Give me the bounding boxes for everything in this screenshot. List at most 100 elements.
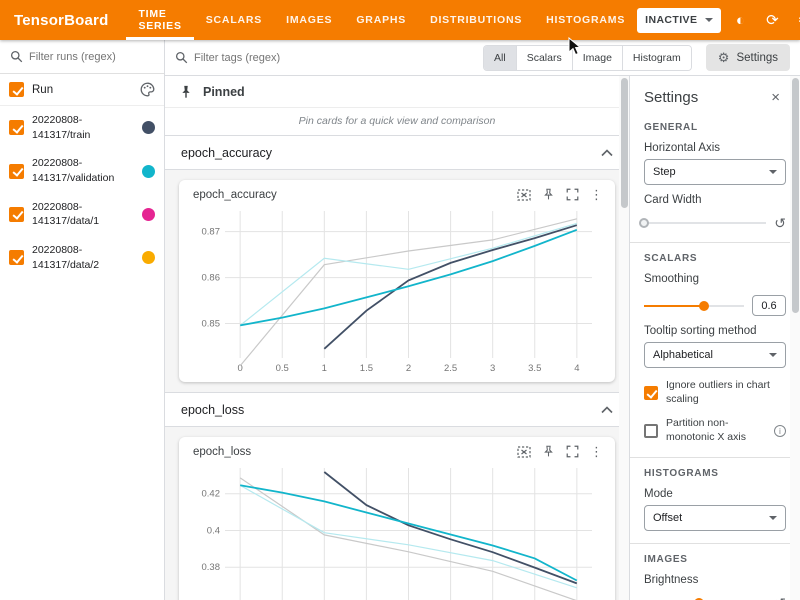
brightness-slider[interactable]	[644, 596, 766, 600]
svg-text:1.5: 1.5	[360, 363, 373, 374]
more-options-icon[interactable]: ⋮	[590, 188, 603, 201]
settings-scrollbar	[790, 76, 800, 600]
search-icon	[10, 50, 23, 63]
chevron-down-icon	[769, 353, 777, 357]
run-name: 20220808-141317/data/1	[32, 200, 134, 229]
slider-thumb[interactable]	[639, 218, 649, 228]
card-header: epoch_loss	[185, 443, 609, 458]
svg-text:3.5: 3.5	[528, 363, 541, 374]
pin-outline-icon[interactable]	[542, 188, 555, 201]
partition-x-axis-row[interactable]: Partition non-monotonic X axis i	[644, 417, 786, 444]
partition-x-axis-checkbox[interactable]	[644, 424, 658, 438]
run-row-validation[interactable]: 20220808-141317/validation	[0, 149, 164, 192]
run-checkbox[interactable]	[9, 207, 24, 222]
epoch-accuracy-chart[interactable]: 00.511.522.533.540.850.860.87	[185, 203, 606, 378]
info-icon[interactable]: i	[774, 425, 786, 437]
chevron-down-icon	[705, 18, 713, 22]
svg-text:2.5: 2.5	[444, 363, 457, 374]
fit-to-data-icon[interactable]	[517, 446, 531, 458]
run-color-dot	[142, 121, 155, 134]
tags-filter-input[interactable]	[194, 52, 473, 64]
filter-image-button[interactable]: Image	[572, 46, 622, 70]
svg-text:0.42: 0.42	[202, 489, 221, 500]
filter-scalars-button[interactable]: Scalars	[516, 46, 572, 70]
ignore-outliers-row[interactable]: Ignore outliers in chart scaling	[644, 379, 786, 406]
pinned-section-header: Pinned	[165, 76, 629, 108]
run-checkbox[interactable]	[9, 164, 24, 179]
pinned-hint-text: Pin cards for a quick view and compariso…	[165, 108, 629, 136]
theme-toggle-icon[interactable]: ◐	[727, 7, 753, 33]
more-options-icon[interactable]: ⋮	[590, 445, 603, 458]
chevron-up-icon[interactable]	[601, 406, 613, 414]
settings-panel-header: Settings ×	[644, 76, 786, 118]
tab-images[interactable]: IMAGES	[274, 0, 344, 40]
status-dropdown[interactable]: INACTIVE	[637, 8, 721, 33]
fullscreen-icon[interactable]	[566, 445, 579, 458]
run-row-data-2[interactable]: 20220808-141317/data/2	[0, 236, 164, 279]
scalar-card-epoch-accuracy: epoch_accuracy	[179, 180, 615, 382]
tab-histograms[interactable]: HISTOGRAMS	[534, 0, 637, 40]
fullscreen-icon[interactable]	[566, 188, 579, 201]
ignore-outliers-checkbox[interactable]	[644, 386, 658, 400]
run-row-train[interactable]: 20220808-141317/train	[0, 106, 164, 149]
right-area: All Scalars Image Histogram ⚙ Settings	[165, 40, 800, 600]
chevron-up-icon[interactable]	[601, 149, 613, 157]
tab-graphs[interactable]: GRAPHS	[344, 0, 418, 40]
tag-type-filter-group: All Scalars Image Histogram	[483, 45, 692, 71]
search-icon	[175, 51, 188, 64]
tab-time-series[interactable]: TIME SERIES	[126, 0, 193, 40]
svg-text:2: 2	[406, 363, 411, 374]
svg-text:0: 0	[238, 363, 243, 374]
smoothing-slider[interactable]	[644, 299, 744, 313]
tags-filter	[175, 51, 473, 64]
settings-scrollbar-thumb[interactable]	[792, 78, 799, 313]
reset-icon[interactable]: ↺	[774, 596, 786, 600]
section-title: epoch_accuracy	[181, 146, 272, 160]
tab-scalars[interactable]: SCALARS	[194, 0, 274, 40]
epoch-loss-chart[interactable]: 00.511.522.533.540.360.380.40.42	[185, 460, 606, 600]
slider-thumb[interactable]	[699, 301, 709, 311]
divider	[630, 543, 800, 544]
brightness-row: ↺	[644, 596, 786, 600]
tab-distributions[interactable]: DISTRIBUTIONS	[418, 0, 534, 40]
scalars-heading: SCALARS	[644, 253, 786, 264]
refresh-icon[interactable]: ⟳	[759, 7, 785, 33]
card-width-slider[interactable]	[644, 216, 766, 230]
runs-filter-input[interactable]	[29, 51, 154, 63]
filter-all-button[interactable]: All	[484, 46, 516, 70]
brightness-label: Brightness	[644, 574, 786, 586]
settings-button[interactable]: ⚙ Settings	[706, 44, 790, 71]
main-scrollbar-thumb[interactable]	[621, 78, 628, 208]
palette-icon[interactable]	[140, 82, 155, 97]
fit-to-data-icon[interactable]	[517, 189, 531, 201]
run-row-data-1[interactable]: 20220808-141317/data/1	[0, 193, 164, 236]
histogram-mode-dropdown[interactable]: Offset	[644, 505, 786, 531]
divider	[630, 242, 800, 243]
section-header-epoch-accuracy[interactable]: epoch_accuracy	[165, 136, 629, 170]
divider	[630, 457, 800, 458]
run-checkbox[interactable]	[9, 250, 24, 265]
card-actions: ⋮	[517, 188, 603, 201]
settings-panel-content: Settings × GENERAL Horizontal Axis Step …	[630, 76, 800, 600]
svg-text:3: 3	[490, 363, 495, 374]
svg-text:1: 1	[322, 363, 327, 374]
images-heading: IMAGES	[644, 554, 786, 565]
card-width-label: Card Width	[644, 194, 786, 206]
close-icon[interactable]: ×	[771, 89, 786, 106]
run-name: 20220808-141317/data/2	[32, 243, 134, 272]
run-checkbox[interactable]	[9, 120, 24, 135]
section-header-epoch-loss[interactable]: epoch_loss	[165, 393, 629, 427]
card-width-row: ↺	[644, 216, 786, 230]
gear-icon[interactable]: ⚙	[791, 7, 800, 33]
filter-histogram-button[interactable]: Histogram	[622, 46, 691, 70]
tooltip-sorting-dropdown[interactable]: Alphabetical	[644, 342, 786, 368]
horizontal-axis-dropdown[interactable]: Step	[644, 159, 786, 185]
select-all-runs-checkbox[interactable]	[9, 82, 24, 97]
horizontal-axis-label: Horizontal Axis	[644, 142, 786, 154]
app-body: Run 20220808-141317/train 20220808-14131…	[0, 40, 800, 600]
pin-outline-icon[interactable]	[542, 445, 555, 458]
tags-toolbar: All Scalars Image Histogram ⚙ Settings	[165, 40, 800, 76]
smoothing-value-input[interactable]	[752, 295, 786, 316]
reset-icon[interactable]: ↺	[774, 216, 786, 230]
smoothing-label: Smoothing	[644, 273, 786, 285]
